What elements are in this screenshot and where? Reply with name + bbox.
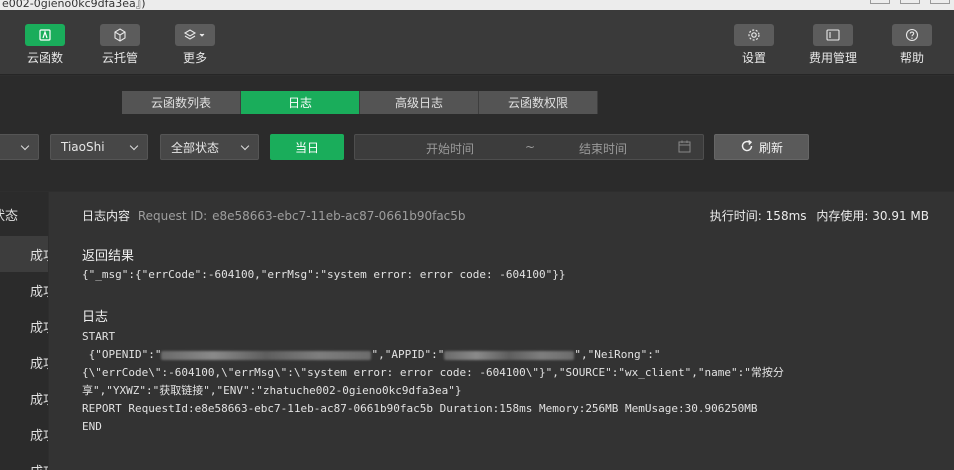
log-content-label: 日志内容: [82, 209, 131, 223]
log-stats: 执行时间: 158ms 内存使用: 30.91 MB: [710, 207, 929, 224]
log-fragment: ","APPID":": [371, 348, 445, 361]
card-icon: [813, 24, 853, 46]
result-section-title: 返回结果: [82, 249, 135, 264]
memory-label: 内存使用:: [816, 209, 869, 223]
tab-function-list[interactable]: 云函数列表: [122, 91, 241, 114]
layers-icon: [175, 24, 215, 46]
request-id-label: Request ID:: [137, 209, 208, 223]
log-list-item[interactable]: 成功: [0, 308, 48, 344]
redacted-openid: [161, 350, 372, 360]
toolbar-label: 设置: [741, 51, 766, 65]
tabs-filter-area: 云函数列表 日志 高级日志 云函数权限 TiaoShi 全部状态 当日 开始时间…: [0, 76, 954, 191]
log-status: 成功: [29, 320, 48, 336]
log-status: 成功: [29, 356, 48, 372]
memory-value: 30.91 MB: [872, 209, 929, 223]
exec-time-value: 158ms: [765, 209, 807, 223]
status-column-header: 状态: [0, 208, 19, 224]
log-fragment: {"OPENID":": [82, 348, 162, 361]
log-list-item[interactable]: 成功: [0, 236, 48, 272]
toolbar-cloud-function-button[interactable]: 云函数: [15, 24, 75, 66]
log-status: 成功: [29, 392, 48, 408]
function-select-value: TiaoShi: [61, 140, 105, 154]
refresh-button[interactable]: 刷新: [714, 134, 809, 160]
log-section-title: 日志: [82, 310, 109, 325]
status-select-value: 全部状态: [171, 140, 220, 155]
cube-icon: [100, 24, 140, 46]
log-status: 成功: [30, 461, 48, 470]
log-line-3: 享","YXWZ":"获取链接","ENV":"zhatuche002-0gie…: [82, 384, 462, 397]
calendar-icon: [678, 140, 691, 156]
log-detail-panel: 日志内容 Request ID: e8e58663-ebc7-11eb-ac87…: [49, 192, 954, 470]
range-separator: ~: [525, 140, 536, 154]
chevron-down-icon: [129, 141, 139, 150]
log-status: 成功: [29, 428, 48, 444]
end-time-input[interactable]: 结束时间: [579, 140, 627, 157]
tab-logs[interactable]: 日志: [241, 91, 360, 114]
log-detail-header: 日志内容 Request ID: e8e58663-ebc7-11eb-ac87…: [82, 207, 466, 224]
request-id-value: e8e58663-ebc7-11eb-ac87-0661b90fac5b: [212, 209, 466, 223]
toolbar-label: 更多: [182, 51, 207, 65]
window-title: e002-0gieno0kc9dfa3ea』): [2, 0, 146, 10]
refresh-label: 刷新: [758, 140, 783, 155]
log-line-end: END: [82, 420, 102, 433]
log-line-1: {"OPENID":" ","APPID":" ","NeiRong":": [82, 346, 661, 364]
gear-icon: [734, 24, 774, 46]
log-list-item[interactable]: 成功: [0, 344, 48, 380]
log-list-header: 状态: [0, 192, 48, 236]
refresh-icon: [740, 139, 754, 156]
toolbar-billing-button[interactable]: 费用管理: [803, 24, 863, 66]
exec-time-label: 执行时间:: [709, 209, 762, 223]
log-list-item[interactable]: 成功: [0, 272, 48, 308]
today-button[interactable]: 当日: [270, 134, 344, 160]
result-text: {"_msg":{"errCode":-604100,"errMsg":"sys…: [82, 268, 566, 281]
redacted-appid: [444, 350, 575, 360]
log-list-item[interactable]: 成功: [0, 380, 48, 416]
toolbar-help-button[interactable]: 帮助: [882, 24, 942, 66]
tab-advanced-logs[interactable]: 高级日志: [360, 91, 479, 114]
log-line-start: START: [82, 330, 116, 343]
toolbar-settings-button[interactable]: 设置: [724, 24, 784, 66]
toolbar-label: 云托管: [101, 51, 138, 65]
log-line-2: {\"errCode\":-604100,\"errMsg\":\"system…: [82, 366, 784, 379]
log-list-item[interactable]: 成功: [0, 452, 48, 470]
toolbar-cloud-hosting-button[interactable]: 云托管: [90, 24, 150, 66]
chevron-down-icon: [240, 141, 250, 150]
help-icon: [892, 24, 932, 46]
log-list: 状态 成功 成功 成功 成功 成功 成功 成功: [0, 192, 48, 470]
time-range-picker[interactable]: 开始时间 ~ 结束时间: [354, 134, 704, 160]
top-toolbar: 云函数 云托管 更多 设置 费用管理 帮助: [0, 10, 954, 75]
toolbar-label: 费用管理: [808, 51, 857, 65]
maximize-button[interactable]: [900, 0, 920, 4]
log-status: 成功: [29, 248, 48, 264]
toolbar-label: 帮助: [899, 51, 924, 65]
environment-select[interactable]: [0, 134, 39, 160]
window-titlebar: e002-0gieno0kc9dfa3ea』): [0, 0, 954, 10]
toolbar-label: 云函数: [26, 51, 63, 65]
log-line-report: REPORT RequestId:e8e58663-ebc7-11eb-ac87…: [82, 402, 758, 415]
tab-function-permissions[interactable]: 云函数权限: [479, 91, 598, 114]
log-list-item[interactable]: 成功: [0, 416, 48, 452]
log-status: 成功: [29, 284, 48, 300]
status-select[interactable]: 全部状态: [160, 134, 259, 160]
log-fragment: ","NeiRong":": [574, 348, 661, 361]
cloud-function-icon: [25, 24, 65, 46]
section-tabs: 云函数列表 日志 高级日志 云函数权限: [122, 91, 598, 114]
chevron-down-icon: [20, 141, 30, 150]
close-button[interactable]: [930, 0, 950, 4]
toolbar-more-button[interactable]: 更多: [165, 24, 225, 66]
minimize-button[interactable]: [870, 0, 890, 4]
start-time-input[interactable]: 开始时间: [426, 140, 474, 157]
function-select[interactable]: TiaoShi: [50, 134, 148, 160]
